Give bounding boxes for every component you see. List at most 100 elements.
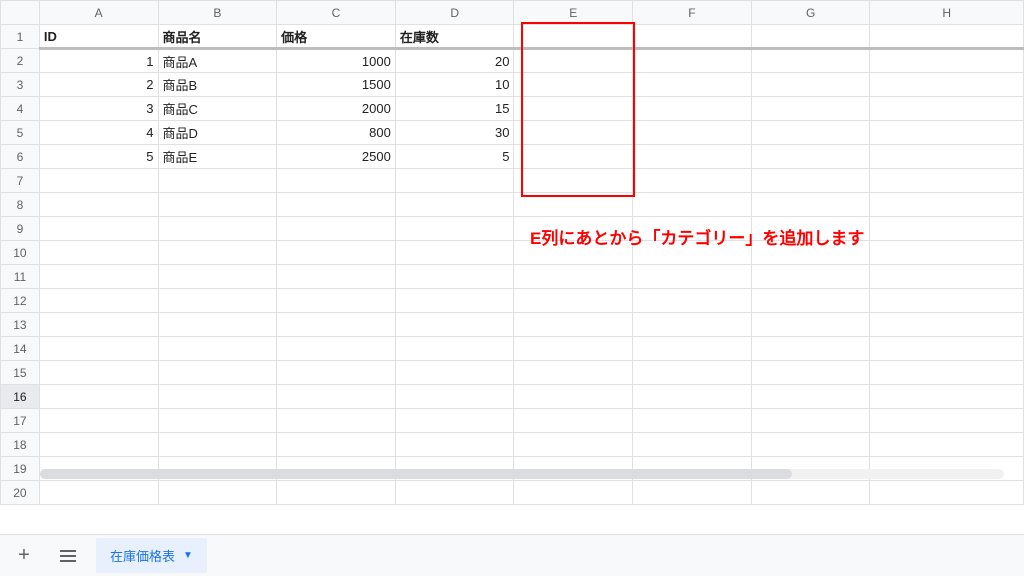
cell[interactable]: 商品名 — [158, 25, 277, 49]
cell[interactable] — [751, 265, 870, 289]
row-header[interactable]: 6 — [1, 145, 40, 169]
cell[interactable] — [395, 337, 514, 361]
cell[interactable] — [870, 73, 1024, 97]
cell[interactable]: 800 — [277, 121, 396, 145]
cell[interactable] — [395, 481, 514, 505]
cell[interactable] — [633, 25, 752, 49]
cell[interactable] — [39, 193, 158, 217]
cell[interactable]: 5 — [395, 145, 514, 169]
cell[interactable] — [158, 361, 277, 385]
cell[interactable] — [751, 25, 870, 49]
cell[interactable] — [870, 241, 1024, 265]
cell[interactable]: 30 — [395, 121, 514, 145]
cell[interactable] — [751, 361, 870, 385]
cell[interactable] — [39, 385, 158, 409]
cell[interactable]: 商品E — [158, 145, 277, 169]
cell[interactable]: 商品A — [158, 49, 277, 73]
cell[interactable]: 価格 — [277, 25, 396, 49]
cell[interactable] — [751, 97, 870, 121]
col-header-D[interactable]: D — [395, 1, 514, 25]
cell[interactable] — [277, 265, 396, 289]
cell[interactable] — [277, 217, 396, 241]
cell[interactable] — [395, 289, 514, 313]
cell[interactable] — [870, 193, 1024, 217]
cell[interactable] — [395, 385, 514, 409]
cell[interactable] — [39, 361, 158, 385]
cell[interactable] — [514, 481, 633, 505]
cell[interactable] — [395, 433, 514, 457]
cell[interactable] — [870, 121, 1024, 145]
cell[interactable] — [751, 193, 870, 217]
cell[interactable] — [514, 265, 633, 289]
row-header[interactable]: 14 — [1, 337, 40, 361]
cell[interactable] — [514, 121, 633, 145]
cell[interactable] — [633, 145, 752, 169]
row-header[interactable]: 13 — [1, 313, 40, 337]
cell[interactable] — [277, 193, 396, 217]
cell[interactable] — [395, 265, 514, 289]
add-sheet-button[interactable]: + — [8, 540, 40, 572]
cell[interactable]: 15 — [395, 97, 514, 121]
cell[interactable]: 2500 — [277, 145, 396, 169]
row-header[interactable]: 12 — [1, 289, 40, 313]
cell[interactable] — [158, 241, 277, 265]
col-header-H[interactable]: H — [870, 1, 1024, 25]
cell[interactable] — [514, 193, 633, 217]
select-all-corner[interactable] — [1, 1, 40, 25]
cell[interactable] — [514, 385, 633, 409]
cell[interactable] — [751, 481, 870, 505]
cell[interactable] — [514, 337, 633, 361]
cell[interactable] — [751, 289, 870, 313]
cell[interactable] — [870, 145, 1024, 169]
cell[interactable]: 20 — [395, 49, 514, 73]
cell[interactable] — [158, 289, 277, 313]
cell[interactable] — [870, 481, 1024, 505]
row-header[interactable]: 7 — [1, 169, 40, 193]
cell[interactable] — [39, 169, 158, 193]
horizontal-scrollbar[interactable] — [40, 469, 1004, 479]
spreadsheet-grid[interactable]: A B C D E F G H 1ID商品名価格在庫数21商品A10002032… — [0, 0, 1024, 525]
cell[interactable]: 商品C — [158, 97, 277, 121]
cell[interactable] — [395, 169, 514, 193]
cell[interactable] — [277, 241, 396, 265]
cell[interactable] — [39, 337, 158, 361]
cell[interactable] — [158, 265, 277, 289]
cell[interactable] — [39, 481, 158, 505]
cell[interactable] — [633, 97, 752, 121]
cell[interactable] — [751, 337, 870, 361]
cell[interactable] — [870, 313, 1024, 337]
cell[interactable] — [751, 409, 870, 433]
cell[interactable] — [514, 49, 633, 73]
row-header[interactable]: 17 — [1, 409, 40, 433]
cell[interactable] — [751, 121, 870, 145]
cell[interactable] — [158, 385, 277, 409]
cell[interactable] — [633, 265, 752, 289]
cell[interactable] — [277, 313, 396, 337]
cell[interactable] — [514, 145, 633, 169]
row-header[interactable]: 15 — [1, 361, 40, 385]
cell[interactable] — [395, 241, 514, 265]
cell[interactable] — [277, 289, 396, 313]
cell[interactable] — [751, 313, 870, 337]
cell[interactable] — [277, 433, 396, 457]
cell[interactable] — [514, 409, 633, 433]
cell[interactable] — [870, 289, 1024, 313]
cell[interactable]: 商品B — [158, 73, 277, 97]
horizontal-scrollbar-thumb[interactable] — [40, 469, 792, 479]
cell[interactable]: 商品D — [158, 121, 277, 145]
cell[interactable] — [277, 361, 396, 385]
cell[interactable]: 在庫数 — [395, 25, 514, 49]
cell[interactable] — [514, 97, 633, 121]
cell[interactable] — [870, 385, 1024, 409]
cell[interactable] — [514, 433, 633, 457]
cell[interactable]: 2000 — [277, 97, 396, 121]
cell[interactable] — [39, 241, 158, 265]
cell[interactable] — [870, 361, 1024, 385]
cell[interactable] — [870, 433, 1024, 457]
cell[interactable] — [633, 73, 752, 97]
cell[interactable] — [633, 337, 752, 361]
cell[interactable] — [870, 265, 1024, 289]
cell[interactable]: 1000 — [277, 49, 396, 73]
row-header[interactable]: 3 — [1, 73, 40, 97]
cell[interactable] — [751, 385, 870, 409]
